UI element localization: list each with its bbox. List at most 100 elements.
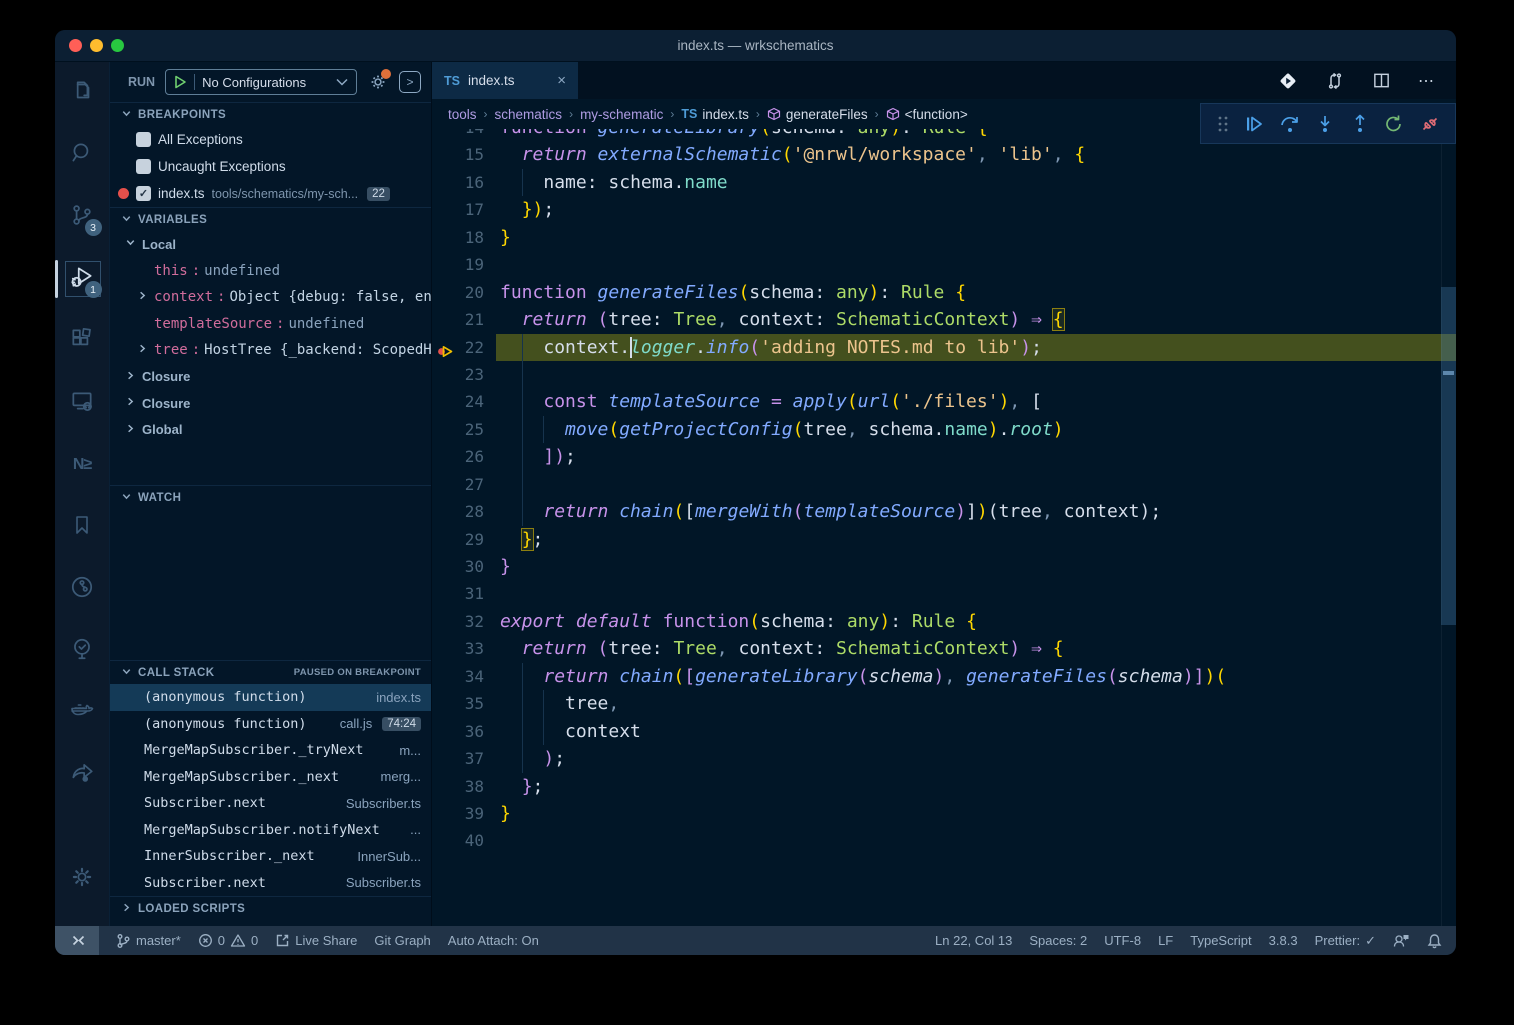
code-line[interactable]: 24 const templateSource = apply(url('./f… [432,388,1456,415]
notifications-item[interactable] [1427,933,1442,949]
restart-button[interactable] [1384,114,1404,134]
close-tab-icon[interactable]: × [557,72,566,89]
code-line[interactable]: 15 return externalSchematic('@nrwl/works… [432,141,1456,168]
code-text[interactable]: tree, [496,690,1456,717]
line-number-gutter[interactable]: 29 [432,526,496,553]
code-text[interactable] [496,361,1456,388]
step-over-button[interactable] [1279,114,1301,134]
continue-button[interactable] [1244,114,1264,134]
code-line[interactable]: 30} [432,553,1456,580]
sidebar-item-explorer[interactable] [55,62,110,124]
scrollbar-thumb[interactable] [1441,287,1456,625]
code-text[interactable]: context.logger.info('adding NOTES.md to … [496,334,1456,361]
call-stack-frame[interactable]: Subscriber.nextSubscriber.ts [110,790,431,817]
line-number-gutter[interactable]: 36 [432,718,496,745]
code-line[interactable]: 26 ]); [432,443,1456,470]
sidebar-item-remote-explorer[interactable] [55,372,110,434]
prettier-item[interactable]: Prettier: ✓ [1315,933,1376,949]
split-editor-icon[interactable] [1372,71,1391,90]
code-line[interactable]: 18} [432,224,1456,251]
code-text[interactable] [496,827,1456,854]
code-line[interactable]: 33 return (tree: Tree, context: Schemati… [432,635,1456,662]
code-line[interactable]: 37 ); [432,745,1456,772]
line-number-gutter[interactable]: 30 [432,553,496,580]
code-text[interactable]: name: schema.name [496,169,1456,196]
line-number-gutter[interactable]: 26 [432,443,496,470]
variable-row[interactable]: context: Object {debug: false, en… [110,284,431,311]
code-text[interactable] [496,471,1456,498]
variable-scope-global[interactable]: Global [110,417,431,444]
close-window-button[interactable] [69,39,82,52]
line-number-gutter[interactable]: 33 [432,635,496,662]
breakpoint-item[interactable]: ✓index.tstools/schematics/my-sch...22 [110,180,431,207]
line-number-gutter[interactable]: 22 [432,334,496,361]
line-number-gutter[interactable]: 15 [432,141,496,168]
line-number-gutter[interactable]: 35 [432,690,496,717]
code-text[interactable]: return (tree: Tree, context: SchematicCo… [496,306,1456,333]
breadcrumb-item[interactable]: TSindex.ts [681,107,749,122]
code-text[interactable]: }; [496,526,1456,553]
code-editor[interactable]: 14function generateLibrary(schema: any):… [432,129,1456,926]
code-line[interactable]: 20function generateFiles(schema: any): R… [432,279,1456,306]
breakpoint-checkbox[interactable] [136,159,151,174]
toolbar-drag-handle[interactable] [1216,115,1230,133]
sidebar-item-docker[interactable] [55,682,110,744]
step-out-button[interactable] [1350,114,1370,134]
step-into-button[interactable] [1315,114,1335,134]
call-stack-frame[interactable]: (anonymous function)index.ts [110,684,431,711]
line-number-gutter[interactable]: 38 [432,773,496,800]
code-text[interactable]: }); [496,196,1456,223]
sidebar-item-nx-console[interactable]: N≥ [55,434,110,496]
code-line[interactable]: 31 [432,580,1456,607]
line-number-gutter[interactable]: 37 [432,745,496,772]
code-line[interactable]: 19 [432,251,1456,278]
code-line[interactable]: 25 move(getProjectConfig(tree, schema.na… [432,416,1456,443]
code-text[interactable]: return (tree: Tree, context: SchematicCo… [496,635,1456,662]
watch-section-header[interactable]: WATCH [110,485,431,509]
sidebar-item-live-share[interactable] [55,744,110,806]
eol-item[interactable]: LF [1158,933,1173,948]
call-stack-frame[interactable]: InnerSubscriber._nextInnerSub... [110,843,431,870]
code-text[interactable]: return chain([mergeWith(templateSource)]… [496,498,1456,525]
code-text[interactable]: } [496,800,1456,827]
breakpoint-item[interactable]: All Exceptions [110,126,431,153]
code-line[interactable]: 40 [432,827,1456,854]
live-share-item[interactable]: Live Share [275,933,357,948]
code-line[interactable]: 39} [432,800,1456,827]
sidebar-item-test-explorer[interactable] [55,620,110,682]
line-number-gutter[interactable]: 34 [432,663,496,690]
code-text[interactable]: function generateFiles(schema: any): Rul… [496,279,1456,306]
minimize-window-button[interactable] [90,39,103,52]
remote-indicator[interactable] [55,926,99,955]
line-number-gutter[interactable]: 40 [432,827,496,854]
breakpoint-checkbox[interactable] [136,132,151,147]
loaded-scripts-section-header[interactable]: LOADED SCRIPTS [110,896,431,920]
call-stack-frame[interactable]: MergeMapSubscriber._tryNextm... [110,737,431,764]
line-number-gutter[interactable]: 20 [432,279,496,306]
code-text[interactable]: } [496,553,1456,580]
code-line[interactable]: 22 context.logger.info('adding NOTES.md … [432,334,1456,361]
manage-gear-button[interactable] [55,848,110,910]
start-debug-icon[interactable] [174,75,187,89]
breakpoint-checkbox[interactable]: ✓ [136,186,151,201]
line-number-gutter[interactable]: 16 [432,169,496,196]
code-line[interactable]: 28 return chain([mergeWith(templateSourc… [432,498,1456,525]
gitlens-diamond-icon[interactable] [1278,71,1298,91]
code-text[interactable]: const templateSource = apply(url('./file… [496,388,1456,415]
problems-item[interactable]: 0 0 [198,933,258,948]
breadcrumb-item[interactable]: my-schematic [580,107,663,122]
code-line[interactable]: 27 [432,471,1456,498]
open-changes-icon[interactable] [1325,71,1345,91]
code-text[interactable] [496,580,1456,607]
code-text[interactable]: export default function(schema: any): Ru… [496,608,1456,635]
breakpoint-item[interactable]: Uncaught Exceptions [110,153,431,180]
line-number-gutter[interactable]: 17 [432,196,496,223]
code-line[interactable]: 17 }); [432,196,1456,223]
code-text[interactable] [496,251,1456,278]
encoding-item[interactable]: UTF-8 [1104,933,1141,948]
line-number-gutter[interactable]: 23 [432,361,496,388]
sidebar-item-gitlens[interactable] [55,558,110,620]
code-line[interactable]: 35 tree, [432,690,1456,717]
line-number-gutter[interactable]: 31 [432,580,496,607]
code-text[interactable]: }; [496,773,1456,800]
